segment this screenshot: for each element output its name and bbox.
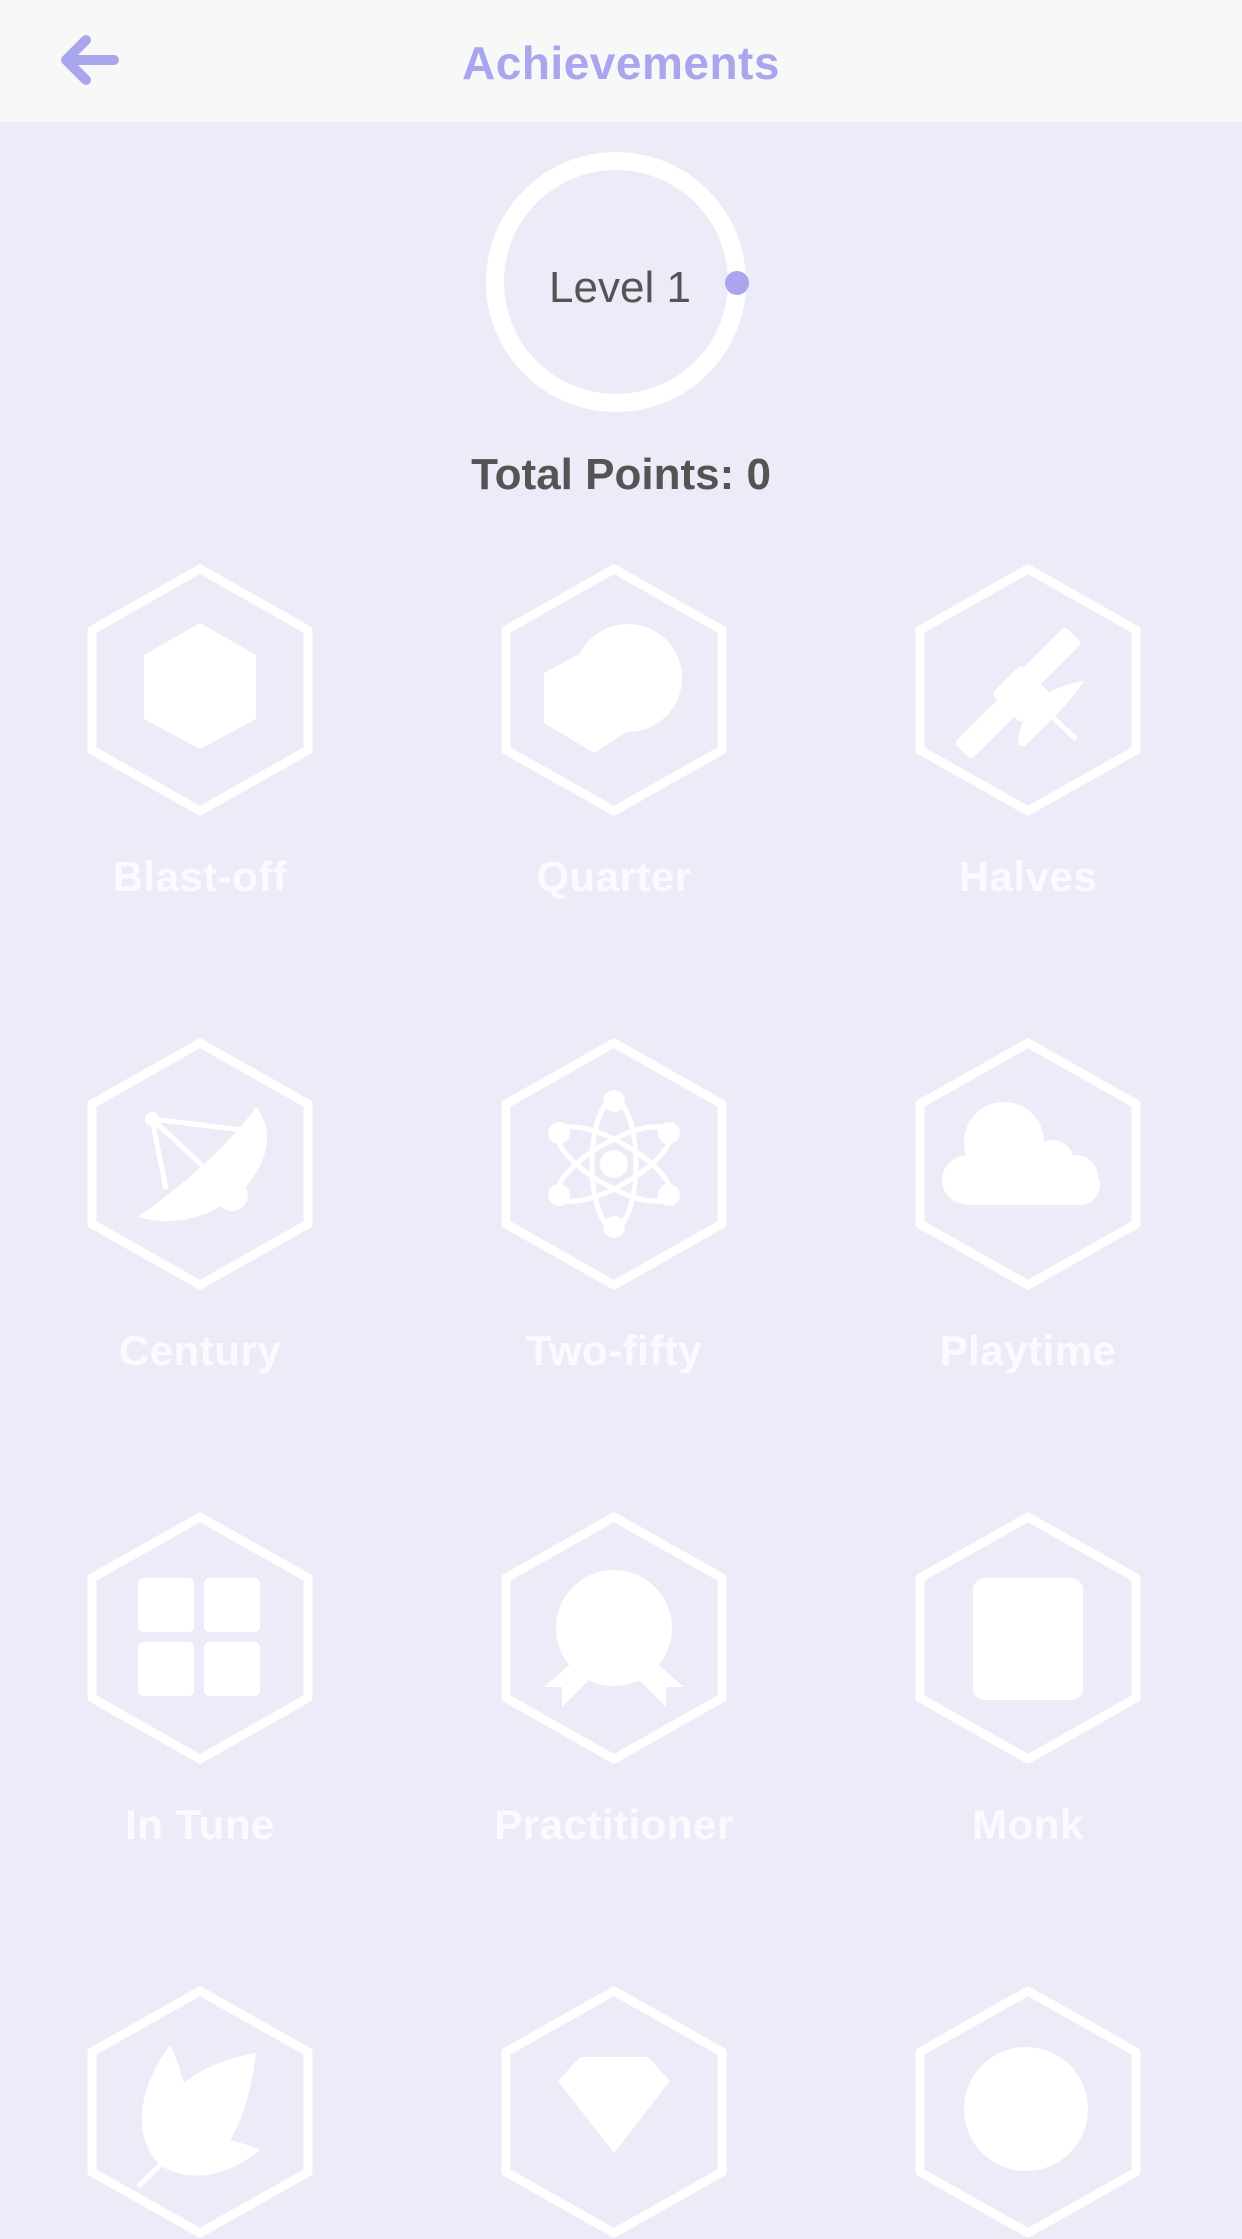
badge-hexagon (915, 1986, 1141, 2238)
badge-label: Practitioner (494, 1801, 734, 1848)
leaf-icon (136, 2045, 260, 2189)
badge-label: Playtime (939, 1327, 1117, 1374)
badge-hexagon (915, 564, 1141, 816)
badge-label: Quarter (536, 853, 692, 900)
level-label: Level 1 (549, 263, 691, 312)
satellite-icon (955, 627, 1084, 759)
badge-hexagon (87, 1038, 313, 1290)
atom-icon (548, 1090, 680, 1238)
badge-hexagon (915, 1038, 1141, 1290)
satellite-dish-icon (138, 1107, 268, 1222)
grid-icon (138, 1578, 260, 1696)
badge-hexagon (501, 1512, 727, 1764)
page-title: Achievements (462, 37, 780, 89)
badge-hexagon (501, 1038, 727, 1290)
badge-label: Blast-off (112, 853, 288, 900)
badge-label: Century (118, 1327, 282, 1374)
badge-hexagon (915, 1512, 1141, 1764)
badge-hexagon (501, 564, 727, 816)
square-icon (973, 1578, 1083, 1700)
badge-label: Two-fifty (525, 1327, 703, 1374)
badge-label: Halves (958, 853, 1098, 900)
total-points: Total Points: 0 (471, 450, 771, 499)
app-header: Achievements (0, 0, 1242, 122)
badge-label: In Tune (125, 1801, 275, 1848)
badge-hexagon (87, 1512, 313, 1764)
cloud-icon (942, 1102, 1100, 1205)
circle-icon (964, 2047, 1088, 2171)
cube-icon (144, 623, 256, 749)
badge-hexagon (501, 1986, 727, 2238)
badge-label: Monk (972, 1801, 1084, 1848)
badge-hexagon (87, 1986, 313, 2238)
pill-icon (544, 624, 682, 753)
diamond-icon (558, 2057, 670, 2153)
badge-hexagon (87, 564, 313, 816)
rosette-icon (544, 1570, 684, 1707)
progress-indicator-dot (725, 271, 749, 295)
